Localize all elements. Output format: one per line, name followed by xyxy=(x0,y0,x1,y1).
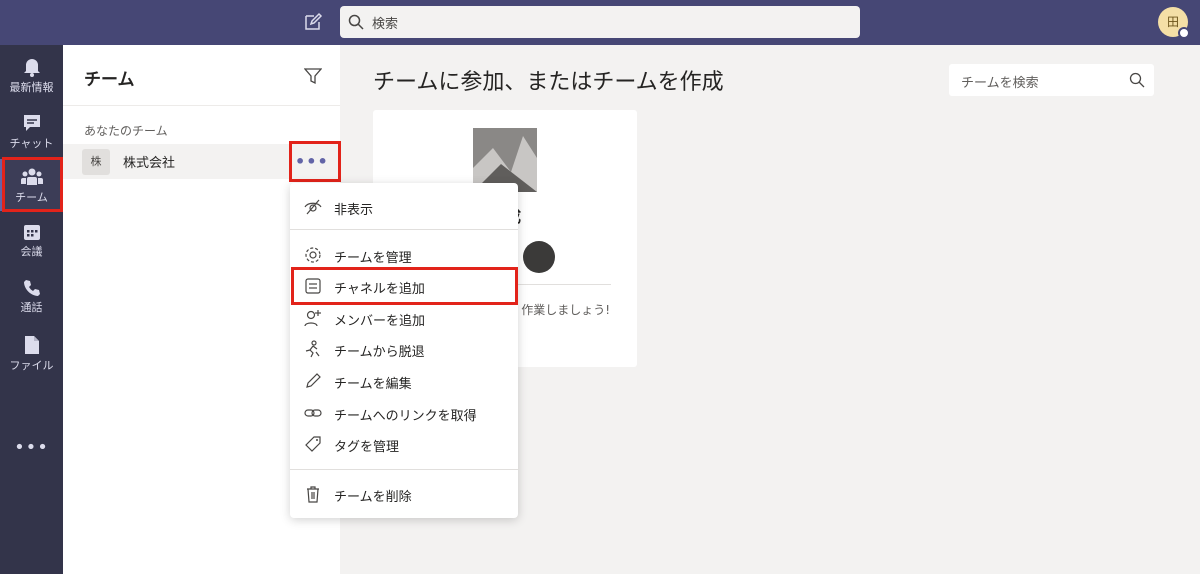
rail-more-button[interactable]: ••• xyxy=(0,437,63,458)
menu-item-add-member[interactable]: メンバーを追加 xyxy=(290,302,518,334)
team-context-menu: 非表示 チームを管理 チャネルを追加 メンバーを追加 チームから脱退 チームを編… xyxy=(290,183,518,518)
search-input[interactable]: 検索 xyxy=(340,6,860,38)
pencil-icon xyxy=(306,373,321,388)
team-name: 株式会社 xyxy=(123,156,176,171)
compose-icon[interactable] xyxy=(302,11,324,33)
rail-item-chat[interactable]: チャット xyxy=(0,105,63,157)
menu-item-get-link[interactable]: チームへのリンクを取得 xyxy=(290,397,518,429)
bell-icon xyxy=(23,59,40,77)
top-bar: 検索 田 xyxy=(0,0,1200,45)
menu-divider xyxy=(290,229,518,230)
search-icon xyxy=(348,14,364,30)
menu-item-label: チームへのリンクを取得 xyxy=(334,409,477,424)
leave-icon xyxy=(305,340,320,358)
rail-label: チャット xyxy=(9,137,54,150)
trash-icon xyxy=(307,486,319,503)
team-avatar: 株 xyxy=(82,149,110,175)
rail-item-calendar[interactable]: 会議 xyxy=(0,215,63,267)
hide-icon xyxy=(304,199,322,215)
team-search-input[interactable]: チームを検索 xyxy=(949,64,1154,96)
rail-label: 会議 xyxy=(20,245,43,258)
link-icon xyxy=(304,409,322,417)
search-placeholder: 検索 xyxy=(372,17,399,32)
gear-icon xyxy=(305,247,321,263)
app-rail: 最新情報 チャット チーム 会議 通話 ファイル ••• xyxy=(0,45,63,574)
avatar-initial: 田 xyxy=(1166,15,1179,29)
team-search-placeholder: チームを検索 xyxy=(961,76,1039,91)
presence-status-icon xyxy=(1178,27,1190,39)
user-avatar[interactable]: 田 xyxy=(1158,7,1190,39)
calendar-icon xyxy=(23,225,40,240)
file-icon xyxy=(24,336,39,354)
rail-label: ファイル xyxy=(9,359,54,372)
rail-label: 通話 xyxy=(20,301,43,314)
rail-item-calls[interactable]: 通話 xyxy=(0,271,63,323)
menu-item-label: 非表示 xyxy=(334,203,374,218)
menu-item-leave-team[interactable]: チームから脱退 xyxy=(290,333,518,365)
member-avatar xyxy=(523,241,555,273)
section-label: あなたのチーム xyxy=(84,124,168,138)
menu-item-manage-tags[interactable]: タグを管理 xyxy=(290,428,518,460)
menu-item-label: タグを管理 xyxy=(334,440,400,455)
menu-item-label: メンバーを追加 xyxy=(334,314,426,329)
menu-item-delete-team[interactable]: チームを削除 xyxy=(290,478,518,510)
menu-item-edit-team[interactable]: チームを編集 xyxy=(290,365,518,397)
rail-label: 最新情報 xyxy=(9,81,54,94)
add-member-icon xyxy=(304,310,321,327)
menu-item-label: チームを編集 xyxy=(334,377,412,392)
menu-item-label: チームから脱退 xyxy=(334,345,425,360)
rail-item-activity[interactable]: 最新情報 xyxy=(0,49,63,101)
phone-icon xyxy=(23,280,40,296)
page-title: チームに参加、またはチームを作成 xyxy=(373,70,724,95)
search-icon xyxy=(1129,72,1145,88)
menu-divider xyxy=(290,469,518,470)
chat-icon xyxy=(23,115,40,131)
menu-item-label: チームを管理 xyxy=(334,251,412,266)
tag-icon xyxy=(305,436,321,452)
divider xyxy=(63,105,340,106)
highlight-box-teams xyxy=(2,157,63,212)
rail-item-files[interactable]: ファイル xyxy=(0,327,63,379)
filter-icon[interactable] xyxy=(304,67,322,85)
highlight-box-more xyxy=(289,141,341,182)
panel-title: チーム xyxy=(84,70,135,90)
menu-item-hide[interactable]: 非表示 xyxy=(290,191,518,223)
menu-item-label: チームを削除 xyxy=(334,490,412,505)
highlight-box-add-channel xyxy=(291,267,518,305)
